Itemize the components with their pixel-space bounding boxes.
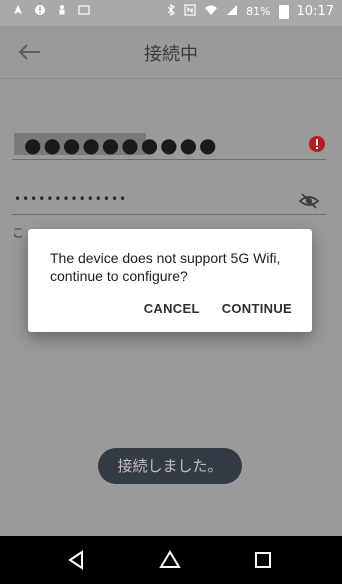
page-title: 接続中 — [144, 44, 198, 65]
navigation-bar — [0, 536, 342, 584]
location-icon — [12, 4, 24, 19]
wifi-icon — [204, 4, 218, 19]
ssid-value: ●●●●●●●●●● — [24, 133, 219, 157]
nav-home-icon[interactable] — [158, 548, 182, 572]
cancel-button[interactable]: CANCEL — [144, 301, 200, 316]
status-icons-left — [12, 4, 90, 19]
error-icon — [308, 135, 326, 153]
toast-message: 接続しました。 — [98, 448, 242, 484]
alert-icon — [34, 4, 46, 19]
password-value: •••••••••••••• — [14, 192, 128, 206]
visibility-off-icon[interactable] — [298, 190, 320, 212]
battery-percent: 81% — [246, 5, 271, 18]
dialog-actions: CANCEL CONTINUE — [144, 301, 292, 316]
app-bar: 接続中 — [0, 26, 342, 79]
nav-back-icon[interactable] — [64, 548, 88, 572]
signal-icon — [226, 4, 238, 19]
dialog: The device does not support 5G Wifi, con… — [28, 229, 312, 332]
battery-icon — [278, 4, 289, 19]
continue-button[interactable]: CONTINUE — [222, 301, 292, 316]
password-field[interactable]: •••••••••••••• — [12, 186, 326, 215]
status-bar: 81% 10:17 — [0, 0, 342, 26]
clock: 10:17 — [296, 4, 334, 19]
status-icons-right: 81% 10:17 — [166, 3, 334, 19]
cast-icon — [78, 4, 90, 19]
bluetooth-icon — [166, 3, 176, 19]
ssid-field[interactable]: ●●●●●●●●●● — [12, 131, 326, 160]
dialog-message: The device does not support 5G Wifi, con… — [50, 250, 281, 284]
nfc-icon — [184, 4, 196, 19]
nav-recents-icon[interactable] — [251, 548, 275, 572]
person-icon — [56, 4, 68, 19]
